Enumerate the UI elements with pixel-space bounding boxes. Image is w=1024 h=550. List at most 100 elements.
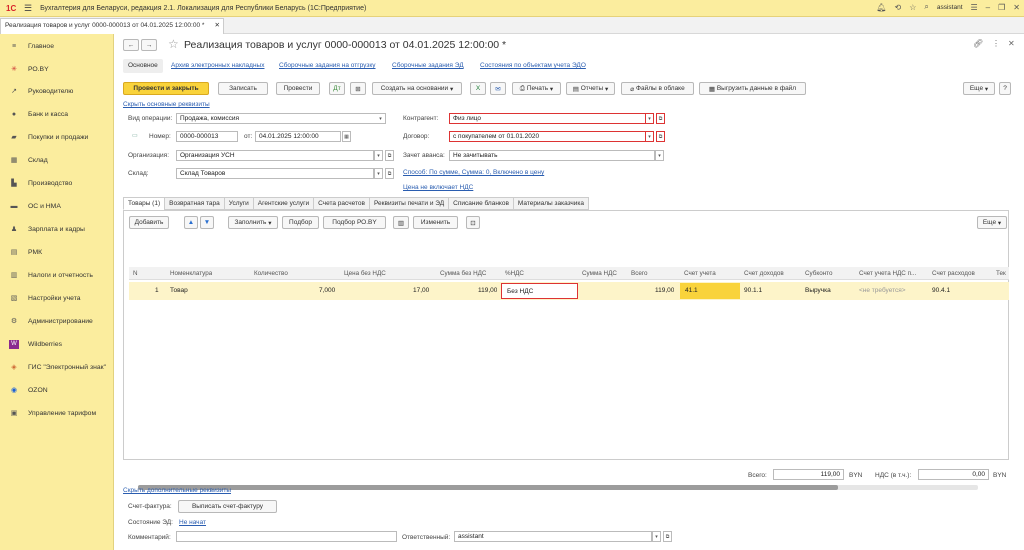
calendar-icon[interactable]: ▦	[342, 131, 351, 142]
open-icon[interactable]: ⧉	[656, 131, 665, 142]
chevron-down-icon[interactable]: ▾	[645, 131, 654, 142]
create-based-on-button[interactable]: Создать на основании ▾	[372, 82, 462, 95]
chevron-down-icon[interactable]: ▾	[374, 150, 383, 161]
more-vert-icon[interactable]: ⋮	[992, 39, 1000, 48]
subnav-assembly-tasks-ed[interactable]: Сборочные задания ЭД	[392, 62, 464, 69]
sidebar-item-taxes[interactable]: ▥ Налоги и отчетность	[0, 266, 114, 284]
tab-settlement-accounts[interactable]: Счета расчетов	[313, 197, 369, 210]
favorite-star-icon[interactable]: ☆	[168, 37, 179, 51]
issue-invoice-button[interactable]: Выписать счет-фактуру	[178, 500, 277, 513]
price-vat-link[interactable]: Цена не включает НДС	[403, 184, 473, 191]
open-icon[interactable]: ⧉	[385, 150, 394, 161]
current-user[interactable]: assistant	[937, 4, 963, 11]
sidebar-item-rmk[interactable]: ▤ РМК	[0, 243, 114, 261]
cell-sum[interactable]: 119,00	[478, 287, 497, 294]
sidebar-item-administration[interactable]: ⚙ Администрирование	[0, 312, 114, 330]
table-row[interactable]: 1 Товар 7,000 17,00 119,00 Без НДС 119,0…	[129, 282, 1009, 300]
dt-kt-icon[interactable]: Дт	[329, 82, 345, 95]
cell-price[interactable]: 17,00	[413, 287, 429, 294]
sidebar-item-manager[interactable]: ↗ Руководителю	[0, 82, 114, 100]
number-field[interactable]: 0000-000013	[176, 131, 238, 142]
tab-customer-materials[interactable]: Материалы заказчика	[512, 197, 590, 210]
selection-button[interactable]: Подбор	[282, 216, 319, 229]
chevron-down-icon[interactable]: ▾	[645, 113, 654, 124]
vat-method-link[interactable]: Способ: По сумме, Сумма: 0, Включено в ц…	[403, 169, 544, 176]
sidebar-item-purchases[interactable]: ▰ Покупки и продажи	[0, 128, 114, 146]
export-file-button[interactable]: ▦ Выгрузить данные в файл	[699, 82, 806, 95]
sidebar-item-gis[interactable]: ◈ ГИС "Электронный знак"	[0, 358, 114, 376]
minimize-icon[interactable]: –	[986, 3, 990, 12]
sidebar-item-tariff[interactable]: ▣ Управление тарифом	[0, 404, 114, 422]
link-icon[interactable]: 🔗︎	[973, 39, 983, 48]
move-up-icon[interactable]: ▲	[184, 216, 198, 229]
excel-icon[interactable]: X	[470, 82, 486, 95]
main-menu-icon[interactable]: ☰	[24, 3, 32, 14]
ed-state-link[interactable]: Не начат	[179, 519, 206, 526]
hide-extra-attributes-link[interactable]: Скрыть дополнительные реквизиты	[123, 487, 231, 494]
tab-goods[interactable]: Товары (1)	[123, 197, 165, 210]
col-vat-account[interactable]: Счет учета НДС п...	[859, 270, 923, 277]
structure-icon[interactable]: ⊞	[350, 82, 366, 95]
col-total[interactable]: Всего	[631, 270, 648, 277]
contract-field[interactable]: с покупателем от 01.01.2020	[449, 131, 646, 142]
date-field[interactable]: 04.01.2025 12:00:00	[255, 131, 341, 142]
change-button[interactable]: Изменить	[413, 216, 458, 229]
operation-select[interactable]: Продажа, комиссия	[176, 113, 386, 124]
table-more-button[interactable]: Еще ▾	[977, 216, 1007, 229]
col-subconto[interactable]: Субконто	[805, 270, 833, 277]
scrollbar-thumb[interactable]	[138, 485, 838, 490]
col-vat-sum[interactable]: Сумма НДС	[582, 270, 617, 277]
comment-field[interactable]	[176, 531, 397, 542]
sidebar-item-bank[interactable]: ● Банк и касса	[0, 105, 114, 123]
help-button[interactable]: ?	[999, 82, 1011, 95]
tab-agent-services[interactable]: Агентские услуги	[252, 197, 314, 210]
open-icon[interactable]: ⧉	[385, 168, 394, 179]
sidebar-item-warehouse[interactable]: ▦ Склад	[0, 151, 114, 169]
cell-item[interactable]: Товар	[170, 287, 188, 294]
organization-field[interactable]: Организация УСН	[176, 150, 374, 161]
post-and-close-button[interactable]: Провести и закрыть	[123, 82, 209, 95]
horizontal-scrollbar[interactable]	[138, 485, 978, 490]
chevron-down-icon[interactable]: ▾	[374, 168, 383, 179]
subnav-edo-states[interactable]: Состояния по объектам учета ЭДО	[480, 62, 586, 69]
close-tab-icon[interactable]: ✕	[215, 21, 220, 29]
restore-icon[interactable]: ❐	[998, 3, 1005, 12]
col-income-account[interactable]: Счет доходов	[744, 270, 784, 277]
counterparty-field[interactable]: Физ лицо	[449, 113, 646, 124]
forward-button[interactable]: →	[141, 39, 157, 51]
cell-vat-account[interactable]: <не требуется>	[859, 287, 906, 294]
sidebar-item-ro-by[interactable]: ✳ РО.BY	[0, 60, 114, 78]
col-extra[interactable]: Тек	[996, 270, 1008, 277]
history-icon[interactable]: ⟲	[894, 3, 901, 12]
open-icon[interactable]: ⧉	[663, 531, 672, 542]
sidebar-item-ozon[interactable]: ◉ OZON	[0, 381, 114, 399]
cell-account-box[interactable]: 41.1	[680, 283, 740, 299]
sidebar-item-main[interactable]: ≡ Главное	[0, 37, 114, 55]
bell-icon[interactable]: 🔔︎	[876, 3, 886, 12]
add-row-button[interactable]: Добавить	[129, 216, 169, 229]
cell-quantity[interactable]: 7,000	[319, 287, 335, 294]
warehouse-field[interactable]: Склад Товаров	[176, 168, 374, 179]
star-icon[interactable]: ☆	[909, 3, 916, 12]
settings-menu-icon[interactable]: ☰	[971, 3, 978, 12]
post-button[interactable]: Провести	[276, 82, 320, 95]
sidebar-item-production[interactable]: ▙ Производство	[0, 174, 114, 192]
col-vat-rate[interactable]: %НДС	[505, 270, 524, 277]
selection-ro-button[interactable]: Подбор РО.BY	[323, 216, 386, 229]
col-account[interactable]: Счет учета	[684, 270, 716, 277]
col-nomenclature[interactable]: Номенклатура	[170, 270, 212, 277]
col-expense-account[interactable]: Счет расходов	[932, 270, 975, 277]
more-button[interactable]: Еще ▾	[963, 82, 995, 95]
cell-income-account[interactable]: 90.1.1	[744, 287, 762, 294]
subnav-assembly-tasks-shipping[interactable]: Сборочные задания на отгрузку	[279, 62, 376, 69]
col-n[interactable]: N	[133, 270, 138, 277]
sidebar-item-salary[interactable]: ♟ Зарплата и кадры	[0, 220, 114, 238]
col-price[interactable]: Цена без НДС	[344, 270, 386, 277]
move-down-icon[interactable]: ▼	[200, 216, 214, 229]
sidebar-item-wildberries[interactable]: W Wildberries	[0, 335, 114, 353]
back-button[interactable]: ←	[123, 39, 139, 51]
mail-icon[interactable]: ✉	[490, 82, 506, 95]
chevron-down-icon[interactable]: ▾	[652, 531, 661, 542]
barcode-icon[interactable]: ▥	[393, 216, 409, 229]
tab-services[interactable]: Услуги	[223, 197, 253, 210]
